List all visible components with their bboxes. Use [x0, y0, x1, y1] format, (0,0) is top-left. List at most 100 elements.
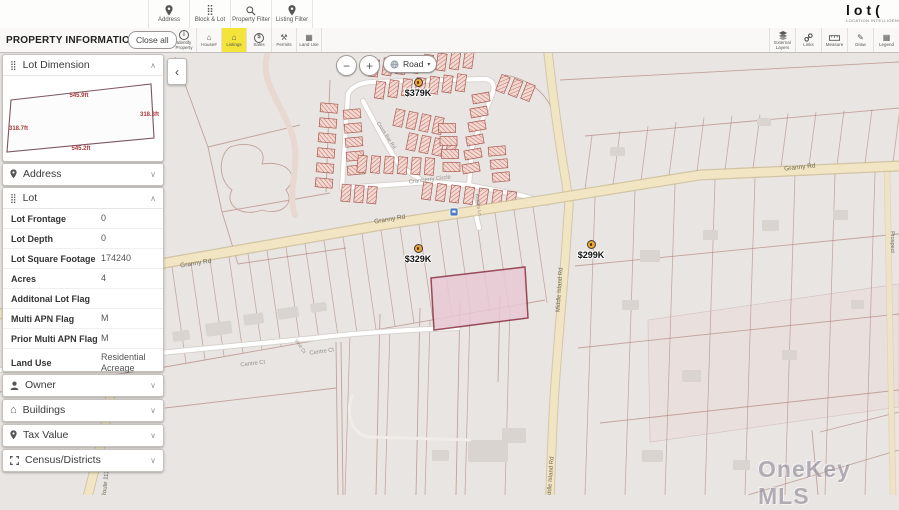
collapse-sidebar-button[interactable]: ‹	[167, 58, 187, 85]
nav-block-lot-button[interactable]: ⣿ Block & Lot	[189, 0, 230, 28]
top-bar	[0, 0, 899, 29]
layers-icon	[778, 31, 788, 40]
pin-icon	[288, 5, 296, 16]
legend-grid-icon: ▦	[883, 33, 891, 42]
nav-label: Block & Lot	[195, 17, 225, 23]
house-icon: ⌂	[232, 33, 237, 42]
bus-stop-icon	[450, 208, 458, 216]
map-style-value: Road	[403, 59, 423, 69]
price-marker[interactable]: $379K	[398, 78, 438, 98]
census-districts-panel: Census/Districts ∨	[2, 449, 164, 472]
tool-label: Measure	[823, 42, 847, 47]
chevron-up-icon: ∧	[150, 194, 156, 203]
chevron-down-icon: ▾	[427, 61, 430, 68]
measure-tool[interactable]: Measure	[821, 28, 847, 52]
legend-tool[interactable]: ▦ Legend	[873, 28, 899, 52]
tool-label: Identify Property	[172, 40, 196, 50]
field-label: Lot Square Footage	[11, 254, 101, 264]
field-value: 4	[101, 273, 106, 283]
pin-icon	[10, 430, 17, 440]
nav-address-button[interactable]: Address	[148, 0, 189, 28]
lot-dimension-diagram: 545.9ft 318.3ft 545.2ft 318.7ft	[3, 75, 163, 160]
pin-icon	[10, 169, 17, 179]
pin-icon	[165, 5, 173, 16]
lot-header[interactable]: ⣿ Lot ∧	[3, 188, 163, 208]
permits-tool[interactable]: ⚒ Permits	[272, 28, 297, 52]
nav-label: Property Filter	[232, 17, 270, 23]
lot-row: Multi APN FlagM	[3, 308, 163, 328]
link-icon	[804, 33, 813, 42]
address-header[interactable]: Address ∨	[3, 164, 163, 184]
dollar-icon: $	[254, 33, 264, 43]
chevron-left-icon: ‹	[175, 65, 179, 79]
grid-dots-icon: ⣿	[206, 5, 213, 16]
lot-row: Lot Frontage0	[3, 209, 163, 228]
map-layer-tools: i Identify Property ⌂ House# ⌂ Listings …	[172, 28, 322, 52]
selected-lot-polygon[interactable]	[431, 267, 528, 330]
field-value: 0	[101, 233, 106, 243]
lot-brand-logo: lot( LOCATION INTELLIGENCE	[846, 2, 899, 23]
house-icon: ⌂	[207, 33, 212, 42]
onekey-watermark: OneKey MLS	[758, 456, 899, 510]
dim-right: 318.3ft	[140, 112, 159, 118]
lot-details: Lot Frontage0 Lot Depth0 Lot Square Foot…	[3, 208, 163, 376]
nav-listing-filter-button[interactable]: Listing Filter	[271, 0, 313, 28]
tool-label: Sales	[247, 42, 271, 47]
expand-corners-icon	[10, 456, 19, 465]
onekey-property-map-app: { "header": { "logo": {"one": "One", "ke…	[0, 0, 899, 495]
panel-title: Tax Value	[23, 429, 68, 441]
draw-tool[interactable]: ✎ Draw	[847, 28, 873, 52]
chevron-up-icon: ∧	[150, 61, 156, 70]
price-label: $299K	[578, 250, 605, 260]
globe-icon	[390, 60, 399, 69]
panel-title: Lot Dimension	[23, 59, 90, 71]
field-value: 174240	[101, 253, 131, 263]
close-all-button[interactable]: Close all	[128, 31, 177, 49]
dim-left: 318.7ft	[9, 126, 28, 132]
chevron-down-icon: ∨	[150, 381, 156, 390]
price-marker[interactable]: $299K	[571, 240, 611, 260]
hammers-icon: ⚒	[280, 33, 287, 42]
lot-dimension-header[interactable]: ⣿ Lot Dimension ∧	[3, 55, 163, 75]
nav-label: Address	[158, 17, 180, 23]
map-style-selector[interactable]: Road ▾	[383, 55, 437, 73]
brand-name: lot(	[846, 2, 899, 18]
field-value: M	[101, 313, 109, 323]
dim-bottom: 545.2ft	[71, 146, 90, 152]
listing-pin-icon	[587, 240, 596, 249]
price-label: $379K	[405, 88, 432, 98]
buildings-header[interactable]: ⌂ Buildings ∨	[3, 400, 163, 420]
listings-tool-active[interactable]: ⌂ Listings	[222, 28, 247, 52]
identify-property-tool[interactable]: i Identify Property	[172, 28, 197, 52]
external-layers-tool[interactable]: External Layers	[769, 28, 795, 52]
search-icon	[246, 5, 256, 16]
owner-header[interactable]: Owner ∨	[3, 375, 163, 395]
chevron-down-icon: ∨	[150, 431, 156, 440]
zoom-in-button[interactable]: +	[359, 55, 380, 76]
field-label: Prior Multi APN Flag	[11, 334, 101, 344]
price-marker[interactable]: $329K	[398, 244, 438, 264]
owner-panel: Owner ∨	[2, 374, 164, 397]
chevron-down-icon: ∨	[150, 406, 156, 415]
minus-icon: −	[343, 59, 350, 73]
house-number-tool[interactable]: ⌂ House#	[197, 28, 222, 52]
land-use-tool[interactable]: ▦ Land Use	[297, 28, 322, 52]
census-districts-header[interactable]: Census/Districts ∨	[3, 450, 163, 470]
road-label: Prospect	[889, 231, 895, 253]
info-icon: i	[179, 30, 189, 40]
lot-row: Land UseResidential Acreage	[3, 348, 163, 376]
tax-value-panel: Tax Value ∨	[2, 424, 164, 447]
nav-property-filter-button[interactable]: Property Filter	[230, 0, 271, 28]
field-value: Residential Acreage	[101, 352, 155, 373]
lot-panel: ⣿ Lot ∧ Lot Frontage0 Lot Depth0 Lot Squ…	[2, 187, 164, 372]
tool-label: House#	[197, 42, 221, 47]
tax-value-header[interactable]: Tax Value ∨	[3, 425, 163, 445]
lot-row: Lot Depth0	[3, 228, 163, 248]
land-grid-icon: ▦	[305, 33, 313, 42]
zoom-out-button[interactable]: −	[336, 55, 357, 76]
panel-title: Buildings	[23, 404, 66, 416]
dim-top: 545.9ft	[69, 93, 88, 99]
links-tool[interactable]: Links	[795, 28, 821, 52]
tool-label: Permits	[272, 42, 296, 47]
sales-tool[interactable]: $ Sales	[247, 28, 272, 52]
